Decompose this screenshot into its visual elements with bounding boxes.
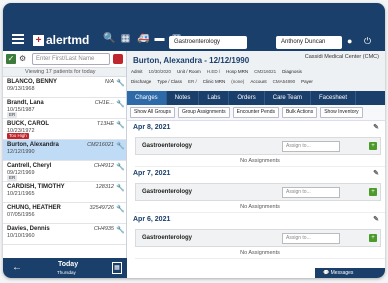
note-icon[interactable]: ✎ bbox=[373, 169, 379, 177]
day-header[interactable]: Apr 8, 2021 ✎ bbox=[127, 121, 385, 133]
assign-select[interactable]: Assign to... bbox=[282, 187, 340, 198]
add-icon[interactable]: + bbox=[369, 234, 377, 242]
no-assignments-text: No Assignments bbox=[135, 155, 385, 167]
weekday-label: Thursday bbox=[57, 270, 76, 275]
wrench-icon[interactable]: 🔧 bbox=[116, 206, 125, 213]
hospital-name: Cassidi Medical Center (CMC) bbox=[304, 54, 379, 60]
calendar-icon[interactable]: ▦ bbox=[112, 262, 122, 274]
patient-row[interactable]: Brandt, Lana 10/15/1987 CH1E... 🔧 ER bbox=[3, 98, 126, 119]
power-icon[interactable]: ⏻ bbox=[364, 36, 374, 46]
group-row: Gastroenterology Assign to... + bbox=[135, 183, 381, 201]
group-select[interactable]: Gastroenterology bbox=[169, 36, 247, 49]
filter-icon[interactable]: ⚙ bbox=[19, 54, 29, 64]
details-row: Admit 10/30/2020 Unit / Room H.ED / Hosp M… bbox=[131, 69, 302, 74]
patient-detail-panel: Burton, Alexandra - 12/12/1990 Cassidi M… bbox=[127, 51, 385, 278]
tab-facesheet[interactable]: Facesheet bbox=[311, 91, 357, 105]
checkbox-icon[interactable]: ✓ bbox=[6, 54, 16, 64]
messages-button[interactable]: 💬 Messages bbox=[315, 268, 385, 278]
bulk-actions-button[interactable]: Bulk Actions bbox=[281, 107, 318, 118]
doctor-select[interactable]: Anthony Duncan bbox=[276, 36, 342, 49]
calendar-icon[interactable]: ▦ bbox=[120, 34, 131, 44]
patient-row[interactable]: BUCK, CAROL 10/23/1972 T13HE 🔧 Too High bbox=[3, 119, 126, 140]
patient-list-panel: ✓ ⚙ Enter First/Last Name Viewing 17 pat… bbox=[3, 51, 127, 278]
no-assignments-text: No Assignments bbox=[135, 247, 385, 259]
no-assignments-text: No Assignments bbox=[135, 201, 385, 213]
charges-content: Apr 8, 2021 ✎ Gastroenterology Assign to.… bbox=[127, 121, 385, 278]
patient-row[interactable]: Davies, Dennis 10/10/1960 CH4935 🔧 bbox=[3, 224, 126, 245]
details-row: Discharge Type / Class ER / Clinic MRN (no… bbox=[131, 79, 313, 84]
top-bar: + alertmd 🔍 ▦ 🚑 ▬ ▥ Gastroenterology Ant… bbox=[3, 3, 385, 51]
note-icon[interactable]: ✎ bbox=[373, 215, 379, 223]
search-icon[interactable]: 🔍 bbox=[103, 34, 115, 44]
charges-toolbar: Show All Groups Group Assignments Encoun… bbox=[127, 105, 385, 121]
patient-row-selected[interactable]: Burton, Alexandra 12/12/1990 CM216021 🔧 bbox=[3, 140, 126, 161]
wrench-icon[interactable]: 🔧 bbox=[116, 164, 125, 171]
wrench-icon[interactable]: 🔧 bbox=[116, 122, 125, 129]
viewing-count: Viewing 17 patients for today bbox=[3, 68, 126, 77]
tab-notes[interactable]: Notes bbox=[167, 91, 200, 105]
assign-select[interactable]: Assign to... bbox=[282, 141, 340, 152]
day-section: Apr 7, 2021 ✎ Gastroenterology Assign to.… bbox=[127, 167, 385, 213]
patient-search-input[interactable]: Enter First/Last Name bbox=[32, 53, 110, 65]
patient-name: Burton, Alexandra - 12/12/1990 bbox=[133, 56, 250, 65]
app-window: + alertmd 🔍 ▦ 🚑 ▬ ▥ Gastroenterology Ant… bbox=[3, 3, 385, 278]
patient-row[interactable]: Cantrell, Cheryl 09/12/1969 CH4912 🔧 ER bbox=[3, 161, 126, 182]
wrench-icon[interactable]: 🔧 bbox=[116, 143, 125, 150]
day-section: Apr 6, 2021 ✎ Gastroenterology Assign to.… bbox=[127, 213, 385, 259]
encounter-pends-button[interactable]: Encounter Pends bbox=[232, 107, 279, 118]
patient-row[interactable]: CARDISH, TIMOTHY 10/21/1965 128312 🔧 bbox=[3, 182, 126, 203]
today-label[interactable]: Today bbox=[58, 261, 78, 268]
date-nav: ← Today Thursday ▦ bbox=[3, 258, 127, 278]
logo: + alertmd bbox=[33, 33, 89, 47]
tab-charges[interactable]: Charges bbox=[127, 91, 167, 105]
patient-list: BLANCO, BENNY 09/13/1968 N/A 🔧 Brandt, Lan… bbox=[3, 77, 126, 259]
menu-icon[interactable] bbox=[12, 34, 24, 44]
day-section: Apr 8, 2021 ✎ Gastroenterology Assign to.… bbox=[127, 121, 385, 167]
patient-row[interactable]: CHUNG, HEATHER 07/05/1956 32549726 🔧 bbox=[3, 203, 126, 224]
show-inventory-button[interactable]: Show Inventory bbox=[320, 107, 363, 118]
back-arrow-icon[interactable]: ← bbox=[12, 263, 22, 273]
tab-bar: Charges Notes Labs Orders Care Team Face… bbox=[127, 91, 385, 105]
tab-labs[interactable]: Labs bbox=[199, 91, 230, 105]
bed-icon[interactable]: ▬ bbox=[154, 34, 165, 44]
wrench-icon[interactable]: 🔧 bbox=[116, 227, 125, 234]
group-row: Gastroenterology Assign to... + bbox=[135, 229, 381, 247]
wrench-icon[interactable]: 🔧 bbox=[116, 80, 125, 87]
user-icon[interactable]: ● bbox=[347, 36, 357, 46]
day-header[interactable]: Apr 6, 2021 ✎ bbox=[127, 213, 385, 225]
wrench-icon[interactable]: 🔧 bbox=[116, 185, 125, 192]
add-icon[interactable]: + bbox=[369, 188, 377, 196]
tab-orders[interactable]: Orders bbox=[229, 91, 265, 105]
note-icon[interactable]: ✎ bbox=[373, 123, 379, 131]
status-badge: ER bbox=[7, 175, 18, 181]
tab-care-team[interactable]: Care Team bbox=[265, 91, 311, 105]
assign-select[interactable]: Assign to... bbox=[282, 233, 340, 244]
status-badge: Too High bbox=[7, 133, 29, 139]
day-header[interactable]: Apr 7, 2021 ✎ bbox=[127, 167, 385, 179]
flag-icon[interactable] bbox=[113, 54, 123, 64]
show-all-groups-button[interactable]: Show All Groups bbox=[130, 107, 175, 118]
patient-row[interactable]: BLANCO, BENNY 09/13/1968 N/A 🔧 bbox=[3, 77, 126, 98]
group-row: Gastroenterology Assign to... + bbox=[135, 137, 381, 155]
add-icon[interactable]: + bbox=[369, 142, 377, 150]
status-badge: ER bbox=[7, 112, 18, 118]
ambulance-icon[interactable]: 🚑 bbox=[137, 34, 149, 44]
patient-header: Burton, Alexandra - 12/12/1990 Cassidi M… bbox=[127, 51, 385, 91]
wrench-icon[interactable]: 🔧 bbox=[116, 101, 125, 108]
group-assignments-button[interactable]: Group Assignments bbox=[177, 107, 230, 118]
chat-icon: 💬 bbox=[323, 270, 331, 276]
